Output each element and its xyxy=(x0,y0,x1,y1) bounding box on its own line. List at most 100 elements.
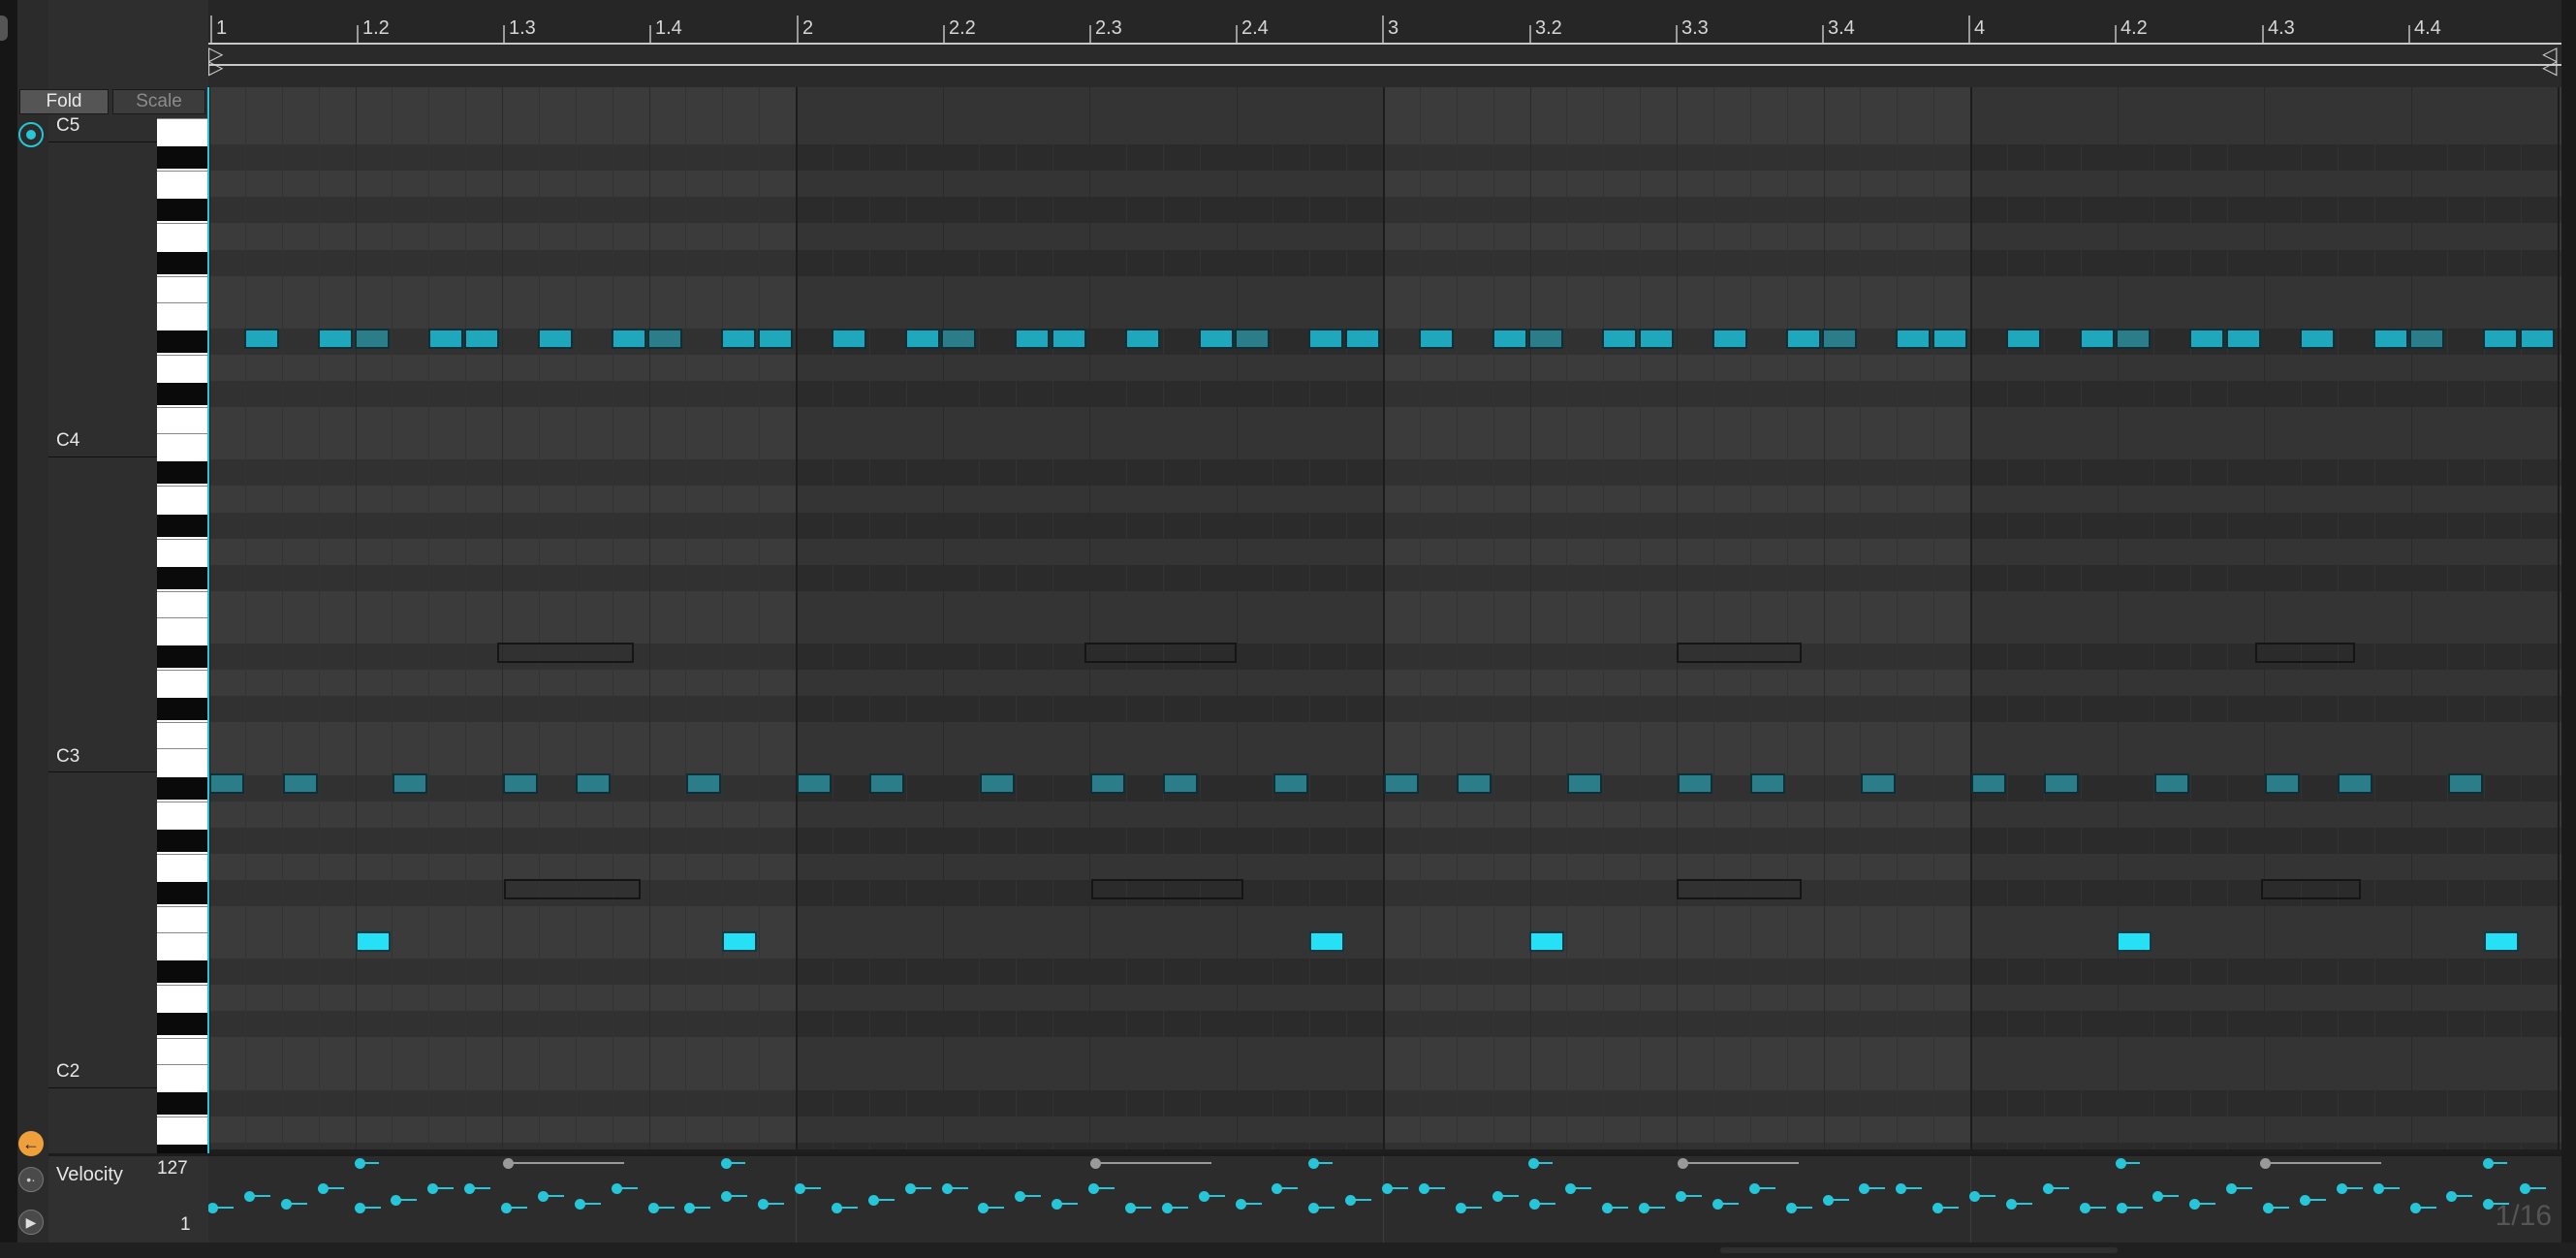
note-grid[interactable] xyxy=(208,87,2561,1149)
midi-note[interactable] xyxy=(1971,773,2006,794)
midi-note[interactable] xyxy=(797,773,832,794)
midi-note[interactable] xyxy=(832,329,866,349)
piano-black-key[interactable] xyxy=(157,776,208,800)
midi-note[interactable] xyxy=(1567,773,1602,794)
midi-note[interactable] xyxy=(209,773,244,794)
midi-note[interactable] xyxy=(1419,329,1454,349)
midi-note[interactable] xyxy=(2154,773,2189,794)
velocity-lane[interactable]: Velocity 127 1 xyxy=(48,1153,2561,1245)
midi-note[interactable] xyxy=(2483,329,2518,349)
loop-brace-bottom[interactable] xyxy=(208,64,2561,66)
piano-black-key[interactable] xyxy=(157,251,208,274)
beat-ruler[interactable]: ▷ ▷ ◁ ◁ 1 1.2 1.3 1.4 2 2.2 2.3 2.4 3 3.2 3.3 3.4 4 4… xyxy=(208,0,2561,88)
midi-note[interactable] xyxy=(1602,329,1637,349)
midi-note[interactable] xyxy=(1457,773,1492,794)
midi-note[interactable] xyxy=(2006,329,2041,349)
piano-black-key[interactable] xyxy=(157,1091,208,1115)
piano-black-key[interactable] xyxy=(157,461,208,485)
midi-note[interactable] xyxy=(1273,773,1308,794)
velocity-editor[interactable] xyxy=(208,1156,2561,1245)
midi-note[interactable] xyxy=(1896,329,1931,349)
midi-note[interactable] xyxy=(1163,773,1198,794)
fold-button[interactable]: Fold xyxy=(19,89,109,114)
midi-note[interactable] xyxy=(538,329,573,349)
midi-note[interactable] xyxy=(612,329,646,349)
midi-note[interactable] xyxy=(941,329,976,349)
piano-black-key[interactable] xyxy=(157,698,208,721)
midi-note[interactable] xyxy=(1199,329,1234,349)
midi-note[interactable] xyxy=(428,329,463,349)
midi-note[interactable] xyxy=(576,773,611,794)
piano-black-key[interactable] xyxy=(157,645,208,669)
midi-note[interactable] xyxy=(1091,879,1243,899)
midi-note[interactable] xyxy=(464,329,499,349)
midi-note[interactable] xyxy=(356,931,391,952)
midi-note[interactable] xyxy=(504,879,641,899)
piano-black-key[interactable] xyxy=(157,199,208,222)
loop-end-marker-icon[interactable]: ◁ xyxy=(2542,58,2557,78)
midi-note[interactable] xyxy=(1235,329,1270,349)
midi-note[interactable] xyxy=(647,329,682,349)
midi-note[interactable] xyxy=(1345,329,1380,349)
midi-note[interactable] xyxy=(2448,773,2483,794)
piano-black-key[interactable] xyxy=(157,960,208,984)
midi-note[interactable] xyxy=(2265,773,2300,794)
midi-note[interactable] xyxy=(1786,329,1821,349)
midi-note[interactable] xyxy=(244,329,279,349)
piano-black-key[interactable] xyxy=(157,383,208,406)
midi-note[interactable] xyxy=(1125,329,1160,349)
midi-note[interactable] xyxy=(393,773,427,794)
midi-note[interactable] xyxy=(758,329,793,349)
play-icon[interactable]: ▶ xyxy=(18,1210,44,1235)
midi-note[interactable] xyxy=(686,773,721,794)
piano-black-key[interactable] xyxy=(157,1013,208,1036)
arrow-left-icon[interactable]: ← xyxy=(18,1131,44,1156)
piano-black-key[interactable] xyxy=(157,514,208,537)
midi-note[interactable] xyxy=(2409,329,2444,349)
midi-note[interactable] xyxy=(1052,329,1086,349)
midi-note[interactable] xyxy=(1677,643,1802,663)
midi-note[interactable] xyxy=(2189,329,2224,349)
midi-note[interactable] xyxy=(980,773,1015,794)
midi-note[interactable] xyxy=(1861,773,1896,794)
midi-note[interactable] xyxy=(722,931,757,952)
midi-note[interactable] xyxy=(1712,329,1747,349)
midi-note[interactable] xyxy=(1090,773,1125,794)
midi-note[interactable] xyxy=(503,773,538,794)
midi-note[interactable] xyxy=(869,773,904,794)
midi-note[interactable] xyxy=(2373,329,2408,349)
midi-note[interactable] xyxy=(721,329,756,349)
piano-black-key[interactable] xyxy=(157,330,208,353)
headphone-icon[interactable] xyxy=(18,122,44,147)
midi-note[interactable] xyxy=(2116,329,2151,349)
loop-brace-top[interactable] xyxy=(208,43,2561,45)
midi-note[interactable] xyxy=(2255,643,2355,663)
midi-note[interactable] xyxy=(1015,329,1050,349)
midi-note[interactable] xyxy=(1529,931,1564,952)
piano-black-key[interactable] xyxy=(157,881,208,904)
envelope-icon[interactable]: •· xyxy=(18,1167,44,1192)
midi-note[interactable] xyxy=(1677,879,1802,899)
midi-note[interactable] xyxy=(1309,931,1344,952)
midi-note[interactable] xyxy=(1639,329,1674,349)
piano-black-key[interactable] xyxy=(157,566,208,589)
midi-note[interactable] xyxy=(283,773,318,794)
midi-note[interactable] xyxy=(2520,329,2555,349)
piano-keyboard[interactable] xyxy=(157,118,208,1167)
midi-note[interactable] xyxy=(318,329,353,349)
scale-button[interactable]: Scale xyxy=(112,89,205,114)
midi-note[interactable] xyxy=(1750,773,1785,794)
midi-note[interactable] xyxy=(1492,329,1527,349)
midi-note[interactable] xyxy=(2338,773,2372,794)
midi-note[interactable] xyxy=(1822,329,1857,349)
midi-note[interactable] xyxy=(2484,931,2519,952)
midi-note[interactable] xyxy=(1528,329,1563,349)
midi-note[interactable] xyxy=(1932,329,1967,349)
midi-note[interactable] xyxy=(2117,931,2152,952)
midi-note[interactable] xyxy=(355,329,390,349)
midi-note[interactable] xyxy=(1384,773,1419,794)
midi-note[interactable] xyxy=(2300,329,2335,349)
midi-note[interactable] xyxy=(2261,879,2361,899)
midi-note[interactable] xyxy=(1308,329,1343,349)
midi-note[interactable] xyxy=(1678,773,1712,794)
